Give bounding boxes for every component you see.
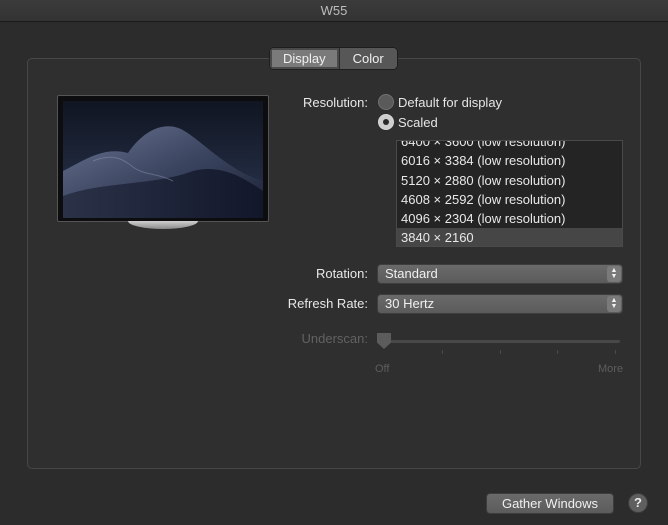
resolution-list-items: 6400 × 3600 (low resolution) 6016 × 3384… — [397, 141, 622, 246]
tab-color[interactable]: Color — [338, 48, 397, 69]
slider-tick — [500, 350, 501, 354]
refresh-rate-popup[interactable]: 30 Hertz ▲ ▼ — [377, 294, 623, 314]
slider-tick — [442, 350, 443, 354]
chevron-up-down-icon: ▲ ▼ — [607, 296, 621, 312]
resolution-list[interactable]: 6400 × 3600 (low resolution) 6016 × 3384… — [396, 140, 623, 247]
refresh-rate-value: 30 Hertz — [385, 296, 435, 311]
desktop-wallpaper — [63, 101, 263, 218]
list-item[interactable]: 6400 × 3600 (low resolution) — [397, 141, 622, 151]
tab-display[interactable]: Display — [270, 48, 339, 69]
rotation-value: Standard — [385, 266, 438, 281]
refresh-rate-label: Refresh Rate: — [287, 296, 368, 311]
window-title: W55 — [320, 3, 348, 18]
resolution-label: Resolution: — [302, 95, 368, 110]
monitor-icon — [57, 95, 269, 222]
radio-label: Scaled — [398, 114, 438, 130]
underscan-min-label: Off — [375, 363, 390, 375]
radio-button[interactable] — [378, 114, 394, 130]
radio-label: Default for display — [398, 94, 503, 110]
underscan-label: Underscan: — [301, 331, 368, 346]
radio-default-for-display[interactable]: Default for display — [378, 94, 502, 110]
radio-button[interactable] — [378, 94, 394, 110]
underscan-slider-track[interactable] — [382, 340, 620, 343]
rotation-label: Rotation: — [315, 266, 368, 281]
radio-scaled[interactable]: Scaled — [378, 114, 438, 130]
list-item-selected[interactable]: 3840 × 2160 — [397, 228, 622, 246]
slider-tick — [615, 350, 616, 354]
list-item[interactable]: 4608 × 2592 (low resolution) — [397, 190, 622, 209]
list-item[interactable]: 5120 × 2880 (low resolution) — [397, 171, 622, 190]
window-titlebar: W55 — [0, 0, 668, 22]
chevron-up-down-icon: ▲ ▼ — [607, 266, 621, 282]
list-item[interactable]: 4096 × 2304 (low resolution) — [397, 209, 622, 228]
question-icon[interactable]: ? — [628, 493, 648, 513]
gather-windows-button[interactable]: Gather Windows — [486, 493, 614, 514]
rotation-popup[interactable]: Standard ▲ ▼ — [377, 264, 623, 284]
slider-tick — [557, 350, 558, 354]
underscan-max-label: More — [598, 363, 624, 375]
list-item[interactable]: 6016 × 3384 (low resolution) — [397, 151, 622, 170]
tab-bar: Display Color — [269, 47, 398, 70]
